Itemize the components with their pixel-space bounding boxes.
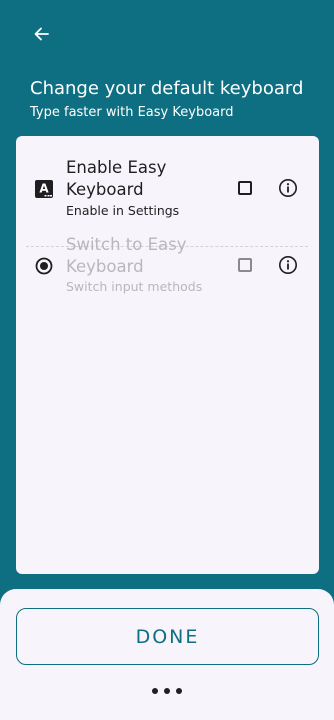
- info-icon[interactable]: [278, 255, 298, 275]
- step-subtitle: Switch input methods: [66, 279, 203, 294]
- more-horizontal-icon[interactable]: [152, 687, 184, 695]
- svg-text:A: A: [39, 182, 49, 196]
- radio-button-icon: [34, 256, 54, 276]
- page-title: Change your default keyboard: [30, 78, 304, 99]
- dot: [152, 688, 158, 694]
- step-subtitle: Enable in Settings: [66, 203, 180, 218]
- step-switch-keyboard[interactable]: Switch to Easy Keyboard Switch input met…: [16, 234, 319, 304]
- done-button[interactable]: DONE: [16, 608, 319, 665]
- enable-keyboard-checkbox[interactable]: [238, 181, 252, 195]
- setup-steps-card: A Enable Easy Keyboard Enable in Setting…: [16, 136, 319, 574]
- dot: [176, 688, 182, 694]
- step-title: Switch to Easy Keyboard: [66, 235, 187, 276]
- step-enable-keyboard[interactable]: A Enable Easy Keyboard Enable in Setting…: [16, 154, 319, 247]
- bottom-panel: DONE: [0, 589, 334, 720]
- page-subtitle: Type faster with Easy Keyboard: [30, 105, 234, 120]
- keyboard-a-icon: A: [34, 179, 54, 199]
- switch-keyboard-checkbox[interactable]: [238, 258, 252, 272]
- arrow-left-icon: [34, 27, 49, 41]
- info-icon[interactable]: [278, 178, 298, 198]
- dot: [164, 688, 170, 694]
- step-title: Enable Easy Keyboard: [66, 158, 167, 199]
- back-button[interactable]: [28, 22, 54, 46]
